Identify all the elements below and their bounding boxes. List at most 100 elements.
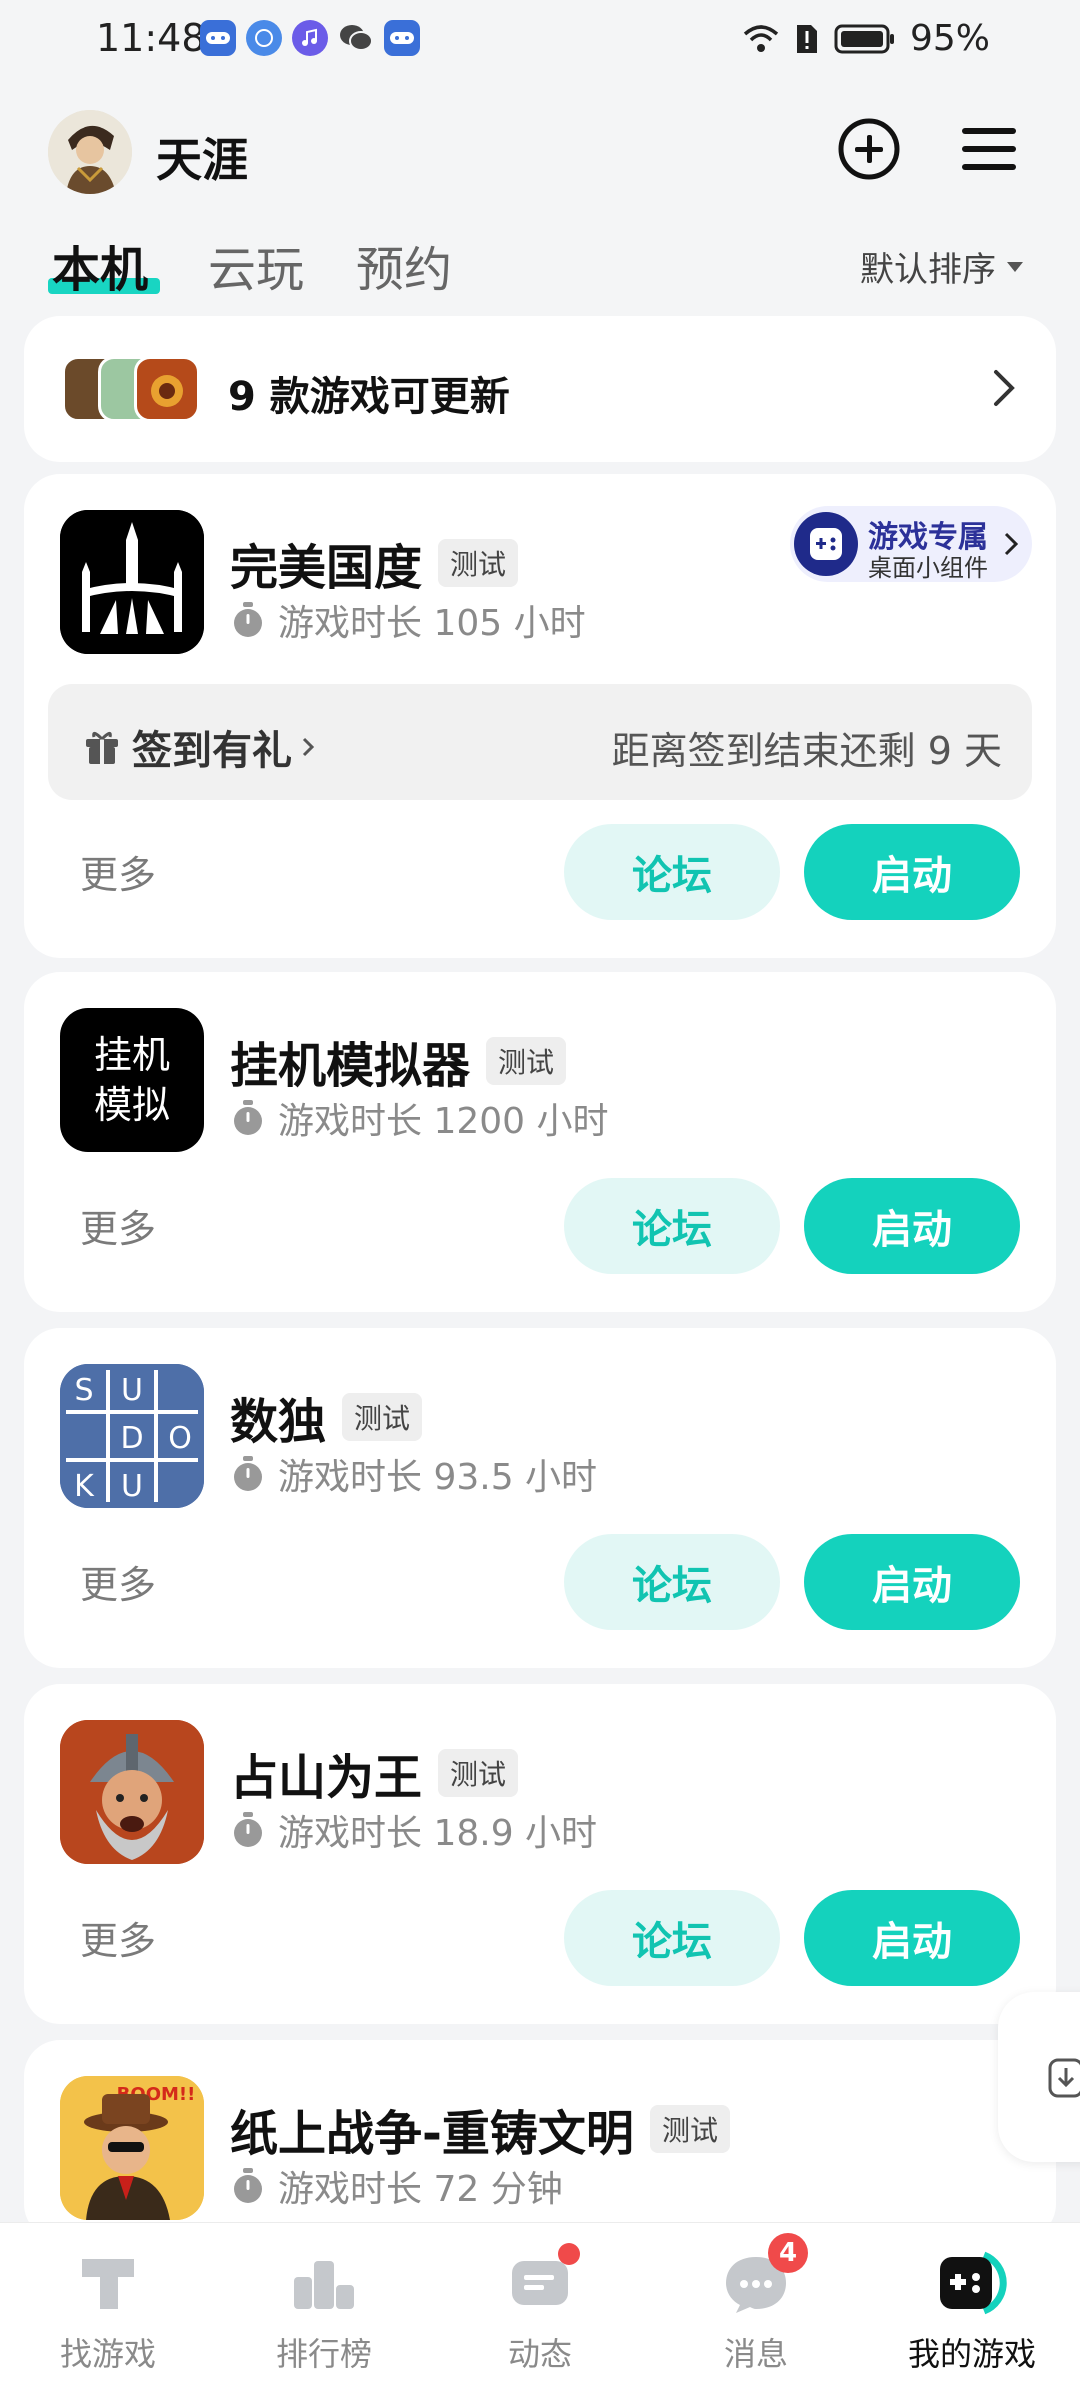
game-icon-zhanshan[interactable] — [60, 1720, 204, 1864]
game-icon-sudoku[interactable]: S U D O K U — [60, 1364, 204, 1508]
test-badge: 测试 — [438, 539, 519, 587]
game-title[interactable]: 挂机模拟器 — [230, 1026, 470, 1096]
gift-icon — [86, 732, 118, 764]
message-icon: 4 — [720, 2233, 808, 2319]
nav-my-games[interactable]: 我的游戏 — [864, 2247, 1080, 2375]
widget-subtitle: 桌面小组件 — [868, 554, 988, 582]
launch-button[interactable]: 启动 — [804, 1178, 1020, 1274]
forum-button[interactable]: 论坛 — [564, 824, 780, 920]
game-icon-paper-war[interactable]: BOOM!! — [60, 2076, 204, 2220]
tab-local[interactable]: 本机 — [52, 230, 148, 300]
game-title-row: 完美国度 测试 — [230, 528, 519, 598]
chevron-right-icon — [1004, 532, 1018, 556]
game-title[interactable]: 完美国度 — [230, 528, 422, 598]
game-card-1: 完美国度 测试 游戏时长 105 小时 游戏专属 桌面小组件 签到有礼 距离签到… — [24, 474, 1056, 958]
nav-label: 排行榜 — [275, 2335, 372, 2373]
playtime-row: 游戏时长 1200 小时 — [230, 1092, 609, 1144]
game-title[interactable]: 占山为王 — [230, 1738, 422, 1808]
game-title-row: 纸上战争-重铸文明 测试 — [230, 2094, 730, 2164]
game-icon-wanmei[interactable] — [60, 510, 204, 654]
more-button[interactable]: 更多 — [80, 844, 156, 899]
test-badge: 测试 — [649, 2105, 730, 2153]
chevron-right-icon — [994, 370, 1015, 406]
sort-dropdown[interactable]: 默认排序 — [860, 242, 1024, 291]
sudoku-letter-s: S — [74, 1373, 93, 1408]
message-count-badge: 4 — [768, 2233, 808, 2273]
tab-bar: 本机 云玩 预约 默认排序 — [0, 220, 1080, 320]
update-game-icons — [62, 356, 202, 426]
launch-button[interactable]: 启动 — [804, 1890, 1020, 1986]
update-game-icon-3 — [134, 356, 200, 422]
menu-button[interactable] — [956, 116, 1022, 182]
desktop-widget-button[interactable]: 游戏专属 桌面小组件 — [790, 506, 1032, 582]
gamepad-app-icon — [200, 20, 236, 56]
updates-card[interactable]: 9 款游戏可更新 — [24, 316, 1056, 462]
more-button[interactable]: 更多 — [80, 1554, 156, 1609]
battery-percent: 95% — [909, 18, 990, 59]
forum-button[interactable]: 论坛 — [564, 1534, 780, 1630]
bottom-navigation: 找游戏 排行榜 动态 4 消息 我的游戏 — [0, 2222, 1080, 2400]
browser-app-icon — [246, 20, 282, 56]
username[interactable]: 天涯 — [156, 124, 248, 190]
stopwatch-icon — [234, 1100, 262, 1135]
game-card-2: 挂机 模拟 挂机模拟器 测试 游戏时长 1200 小时 更多 论坛 启动 — [24, 972, 1056, 1312]
sort-label: 默认排序 — [860, 250, 996, 290]
status-system-icons: 95% — [742, 18, 990, 59]
widget-gamepad-icon — [794, 512, 858, 576]
game-card-3: S U D O K U 数独 测试 游戏时长 93.5 小时 更多 论坛 启动 — [24, 1328, 1056, 1668]
download-icon — [1048, 2058, 1080, 2098]
playtime-text: 游戏时长 93.5 小时 — [278, 1457, 598, 1498]
playtime-row: 游戏时长 105 小时 — [230, 594, 586, 646]
icon-text-line2: 模拟 — [93, 1083, 170, 1127]
tab-cloud[interactable]: 云玩 — [208, 230, 304, 300]
test-badge: 测试 — [486, 1037, 567, 1085]
forum-button[interactable]: 论坛 — [564, 1890, 780, 1986]
gamepad-app-icon-2 — [384, 20, 420, 56]
sudoku-letter-o: O — [168, 1421, 192, 1456]
sudoku-letter-k: K — [74, 1469, 95, 1504]
playtime-text: 游戏时长 18.9 小时 — [278, 1813, 598, 1854]
icon-text-line1: 挂机 — [93, 1033, 170, 1077]
nav-label: 动态 — [507, 2335, 572, 2373]
nav-ranking[interactable]: 排行榜 — [216, 2247, 432, 2375]
game-card-4: 占山为王 测试 游戏时长 18.9 小时 更多 论坛 启动 — [24, 1684, 1056, 2024]
nav-label: 消息 — [723, 2335, 788, 2373]
playtime-text: 游戏时长 72 分钟 — [278, 2169, 563, 2210]
test-badge: 测试 — [438, 1749, 519, 1797]
sudoku-letter-u: U — [121, 1373, 143, 1408]
launch-button[interactable]: 启动 — [804, 1534, 1020, 1630]
chevron-right-icon — [302, 737, 315, 757]
more-button[interactable]: 更多 — [80, 1198, 156, 1253]
ranking-icon — [288, 2247, 360, 2319]
status-time: 11:48 — [96, 16, 206, 60]
updates-text: 9 款游戏可更新 — [228, 374, 510, 420]
nav-find-game[interactable]: 找游戏 — [0, 2247, 216, 2375]
game-title-row: 数独 测试 — [230, 1382, 423, 1452]
stopwatch-icon — [234, 2168, 262, 2203]
avatar[interactable] — [48, 110, 132, 194]
launch-button[interactable]: 启动 — [804, 824, 1020, 920]
tab-reserve[interactable]: 预约 — [356, 230, 452, 300]
nav-feed[interactable]: 动态 — [432, 2243, 648, 2375]
sim-alert-icon — [796, 24, 817, 53]
caret-down-icon — [1007, 261, 1023, 272]
game-title-row: 挂机模拟器 测试 — [230, 1026, 567, 1096]
signin-banner[interactable]: 签到有礼 距离签到结束还剩 9 天 — [48, 684, 1032, 800]
signin-label: 签到有礼 — [132, 728, 292, 774]
forum-button[interactable]: 论坛 — [564, 1178, 780, 1274]
sudoku-letter-d: D — [120, 1421, 143, 1456]
signin-label-row: 签到有礼 — [82, 718, 316, 776]
hamburger-menu-icon — [962, 128, 1016, 170]
game-icon-guaji[interactable]: 挂机 模拟 — [60, 1008, 204, 1152]
nav-label: 找游戏 — [59, 2335, 156, 2373]
floating-download-tab[interactable] — [998, 1992, 1080, 2162]
add-button[interactable] — [836, 116, 902, 182]
sudoku-letter-u2: U — [121, 1469, 143, 1504]
playtime-text: 游戏时长 1200 小时 — [278, 1101, 609, 1142]
find-game-icon — [72, 2247, 144, 2319]
game-title[interactable]: 纸上战争-重铸文明 — [230, 2094, 634, 2164]
game-title[interactable]: 数独 — [230, 1382, 326, 1452]
more-button[interactable]: 更多 — [80, 1910, 156, 1965]
feed-icon — [504, 2243, 580, 2319]
nav-messages[interactable]: 4 消息 — [648, 2233, 864, 2375]
